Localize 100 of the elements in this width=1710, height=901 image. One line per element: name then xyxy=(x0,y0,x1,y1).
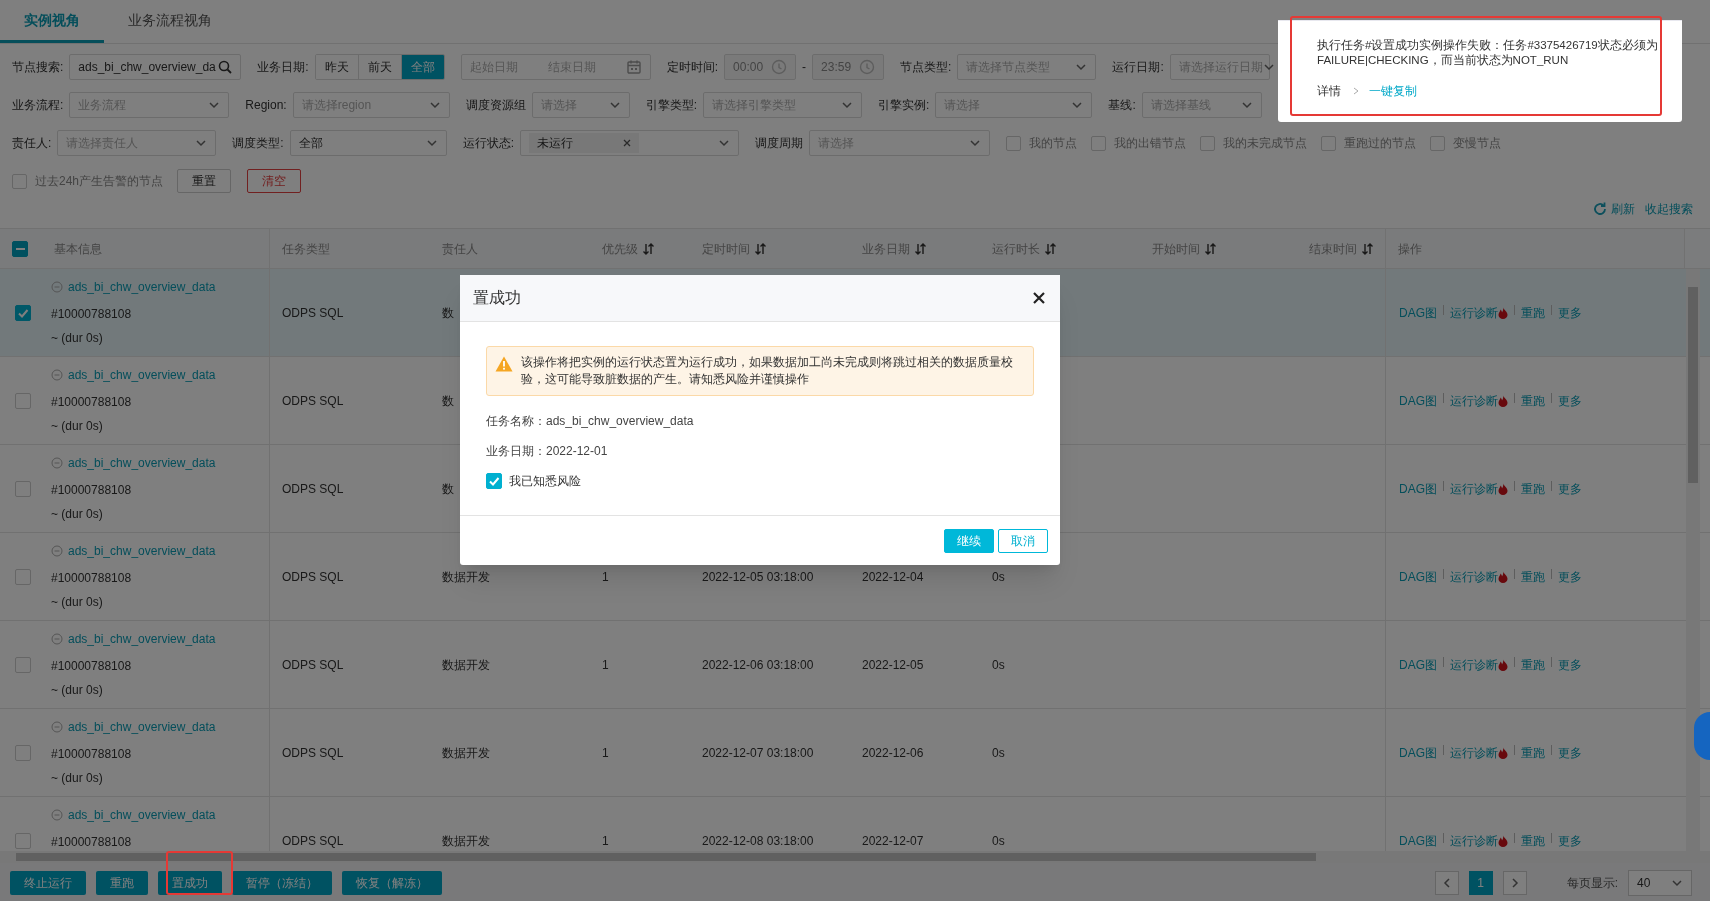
table-cell-text: ODPS SQL xyxy=(282,304,344,322)
checkbox[interactable] xyxy=(15,832,31,849)
status-select-field[interactable]: 未运行 xyxy=(520,130,740,156)
task-name-link[interactable]: ads_bi_chw_overview_data xyxy=(68,718,216,736)
reset-button[interactable]: 重置 xyxy=(177,169,232,193)
date-option-button[interactable]: 全部 xyxy=(401,55,444,79)
table-cell-text: 0s xyxy=(992,568,1005,586)
action-link[interactable]: 重跑 xyxy=(1521,391,1545,410)
action-link[interactable]: 运行诊断 xyxy=(1450,655,1508,674)
action-link[interactable]: 重跑 xyxy=(1521,831,1545,850)
action-link[interactable]: DAG图 xyxy=(1399,743,1437,762)
checkbox[interactable] xyxy=(486,473,502,489)
action-link[interactable]: DAG图 xyxy=(1399,303,1437,322)
action-link[interactable]: 重跑 xyxy=(1521,743,1545,762)
action-link[interactable]: DAG图 xyxy=(1399,655,1437,674)
batch-action-button[interactable]: 恢复（解冻） xyxy=(342,870,442,895)
copy-link[interactable]: 一键复制 xyxy=(1369,82,1417,100)
table-cell-text: ODPS SQL xyxy=(282,392,344,410)
action-link[interactable]: 更多 xyxy=(1558,391,1582,410)
checkbox[interactable] xyxy=(15,656,31,673)
collapse-search-link[interactable]: 收起搜索 xyxy=(1645,200,1693,218)
batch-action-button[interactable]: 暂停（冻结） xyxy=(232,870,332,895)
vertical-scrollbar[interactable] xyxy=(1686,269,1700,851)
chevron-down-icon xyxy=(1075,61,1088,73)
chevron-right-icon xyxy=(1509,876,1520,889)
date-option-button[interactable]: 昨天 xyxy=(315,55,359,79)
action-link[interactable]: 更多 xyxy=(1558,743,1582,762)
action-link[interactable]: 更多 xyxy=(1558,303,1582,322)
horizontal-scrollbar[interactable] xyxy=(0,851,1710,863)
checkbox[interactable] xyxy=(1321,135,1337,151)
details-link[interactable]: 详情 xyxy=(1317,82,1359,100)
action-link[interactable]: 运行诊断 xyxy=(1450,831,1508,850)
action-link[interactable]: DAG图 xyxy=(1399,831,1437,850)
batch-action-button[interactable]: 终止运行 xyxy=(10,870,86,895)
checkbox[interactable] xyxy=(1430,135,1446,151)
close-button[interactable] xyxy=(1031,290,1047,306)
checkbox[interactable] xyxy=(15,392,31,409)
sort-icon xyxy=(642,241,654,256)
warning-text: 该操作将把实例的运行状态置为运行成功，如果数据加工尚未完成则将跳过相关的数据质量校验，这可能导致脏数据的产生。请知悉风险并谨慎操作 xyxy=(521,354,1014,388)
checkbox[interactable] xyxy=(12,173,27,189)
chevron-left-icon xyxy=(1441,876,1452,889)
action-link[interactable]: 运行诊断 xyxy=(1450,743,1508,762)
action-link[interactable]: 运行诊断 xyxy=(1450,479,1508,498)
action-link[interactable]: DAG图 xyxy=(1399,479,1437,498)
checkbox[interactable] xyxy=(12,240,28,257)
search-field[interactable]: ads_bi_chw_overview_da xyxy=(69,54,242,80)
checkbox[interactable] xyxy=(1200,135,1216,151)
clear-button[interactable]: 清空 xyxy=(247,169,302,193)
action-link[interactable]: 更多 xyxy=(1558,655,1582,674)
task-name-link[interactable]: ads_bi_chw_overview_data xyxy=(68,454,216,472)
instance-id: #10000788108 xyxy=(51,306,133,323)
task-name-link[interactable]: ads_bi_chw_overview_data xyxy=(68,366,216,384)
tab[interactable]: 业务流程视角 xyxy=(104,0,236,43)
continue-button[interactable]: 继续 xyxy=(944,528,994,553)
table-cell-text: 2022-12-06 03:18:00 xyxy=(702,656,814,674)
checkbox[interactable] xyxy=(15,568,31,585)
task-name-link[interactable]: ads_bi_chw_overview_data xyxy=(68,630,216,648)
duration-text: ~ (dur 0s) xyxy=(51,330,104,347)
table-cell-text: 数据开发 xyxy=(442,656,490,674)
tab[interactable]: 实例视角 xyxy=(0,0,104,43)
action-link[interactable]: 重跑 xyxy=(1521,479,1545,498)
action-link[interactable]: 运行诊断 xyxy=(1450,303,1508,322)
refresh-link[interactable]: 刷新 xyxy=(1592,200,1635,218)
action-link[interactable]: 更多 xyxy=(1558,479,1582,498)
checkbox[interactable] xyxy=(15,480,31,497)
select-field[interactable]: 全部 xyxy=(289,130,447,156)
next-page-button[interactable] xyxy=(1502,870,1527,895)
chevron-down-icon xyxy=(1071,99,1084,111)
cancel-button[interactable]: 取消 xyxy=(998,528,1048,553)
instance-id: #10000788108 xyxy=(51,658,133,675)
table-cell-text: 数 xyxy=(442,304,454,322)
page-size-select[interactable]: 40 xyxy=(1628,869,1692,896)
action-link[interactable]: 重跑 xyxy=(1521,655,1545,674)
checkbox[interactable] xyxy=(1006,135,1022,151)
page-button[interactable]: 1 xyxy=(1468,870,1493,895)
checkbox[interactable] xyxy=(15,744,31,761)
checkbox[interactable] xyxy=(1091,135,1107,151)
action-link[interactable]: DAG图 xyxy=(1399,567,1437,586)
action-link[interactable]: 更多 xyxy=(1558,831,1582,850)
filter-label: 业务日期: xyxy=(257,59,309,76)
batch-action-button[interactable]: 重跑 xyxy=(96,870,148,895)
duration-text: ~ (dur 0s) xyxy=(51,594,104,611)
batch-action-button[interactable]: 置成功 xyxy=(158,870,222,895)
info-line: 业务日期：2022-12-01 xyxy=(486,443,609,460)
task-name-link[interactable]: ads_bi_chw_overview_data xyxy=(68,278,216,296)
action-link[interactable]: 重跑 xyxy=(1521,567,1545,586)
filter-label: 业务流程: xyxy=(12,97,64,114)
action-link[interactable]: 运行诊断 xyxy=(1450,391,1508,410)
action-link[interactable]: 运行诊断 xyxy=(1450,567,1508,586)
sort-icon xyxy=(1204,241,1216,256)
task-name-link[interactable]: ads_bi_chw_overview_data xyxy=(68,542,216,560)
task-name-link[interactable]: ads_bi_chw_overview_data xyxy=(68,806,216,824)
status-tag[interactable]: 未运行 xyxy=(529,133,640,153)
previous-page-button[interactable] xyxy=(1434,870,1459,895)
table-cell-text: 2022-12-04 xyxy=(862,568,924,586)
action-link[interactable]: 更多 xyxy=(1558,567,1582,586)
checkbox[interactable] xyxy=(15,304,31,321)
action-link[interactable]: 重跑 xyxy=(1521,303,1545,322)
action-link[interactable]: DAG图 xyxy=(1399,391,1437,410)
filter-label: 节点类型: xyxy=(900,59,952,76)
